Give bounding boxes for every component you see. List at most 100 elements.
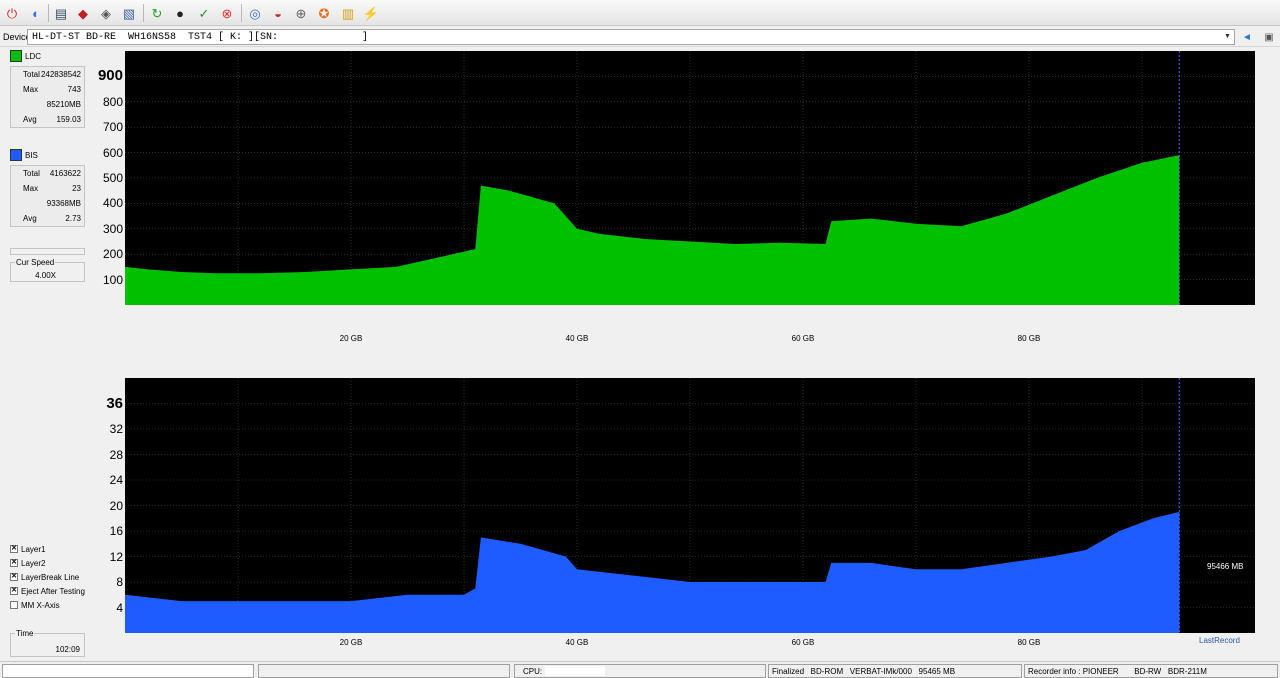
status-cpu: CPU: [514, 664, 766, 678]
checkbox-icon[interactable]: ✕ [10, 545, 18, 553]
cpu-label: CPU: [523, 667, 543, 676]
ldc-chart-svg [125, 51, 1255, 305]
device-value: HL-DT-ST BD-RE WH16NS58 TST4 [ K: ][SN: … [32, 32, 369, 43]
bis-label: BIS [25, 150, 38, 160]
ldc-total-row: Total 242838542 [11, 67, 84, 82]
stat-value: 93368MB [46, 199, 81, 208]
stat-key: Max [23, 85, 39, 94]
time-value: 102:09 [55, 645, 80, 654]
drive-icon[interactable]: ◐ [26, 3, 46, 23]
ldc-avg-row: Avg 159.03 [11, 112, 84, 127]
layer1-checkbox[interactable]: ✕ Layer1 [10, 543, 45, 555]
y-tick-label: 8 [116, 575, 123, 589]
x-tick-label: 60 GB [791, 638, 815, 647]
monitor-icon[interactable]: ▤ [51, 3, 71, 23]
ldc-stats: Total 242838542 Max 743 85210MB Avg 159.03 [10, 66, 85, 128]
bis-chart-svg [125, 378, 1255, 633]
time-label: Time [15, 629, 35, 638]
mm-xaxis-checkbox[interactable]: MM X-Axis [10, 599, 60, 611]
left-panel: LDC Total 242838542 Max 743 85210MB Avg 159… [4, 48, 88, 660]
chart-icon[interactable]: ▥ [338, 3, 358, 23]
status-disc-info: Finalized BD-ROM VERBAT-IMk/000 95465 MB [768, 664, 1022, 678]
y-tick-label: 600 [102, 145, 123, 160]
layer2-checkbox[interactable]: ✕ Layer2 [10, 557, 45, 569]
ldc-legend: LDC [10, 49, 41, 63]
y-tick-label: 900 [97, 67, 123, 85]
test-icon[interactable]: ✪ [314, 3, 334, 23]
ldc-chart [125, 51, 1255, 305]
y-tick-label: 800 [102, 94, 123, 109]
back-icon[interactable]: ◄ [1239, 29, 1255, 45]
cur-speed-box: Cur Speed 4.00X [10, 258, 85, 282]
bis-area [125, 511, 1180, 633]
y-tick-label: 200 [102, 247, 123, 262]
refresh-icon[interactable]: ↻ [147, 3, 167, 23]
x-tick-label: 20 GB [339, 638, 363, 647]
y-tick-label: 36 [106, 394, 123, 412]
x-tick-label: 40 GB [565, 334, 589, 343]
y-tick-label: 4 [116, 600, 123, 615]
stat-value: 4163622 [49, 169, 81, 178]
stat-key: Total [23, 169, 40, 178]
stop-icon[interactable]: ⊗ [217, 3, 237, 23]
status-bar: CPU: Finalized BD-ROM VERBAT-IMk/000 954… [0, 661, 1280, 678]
ldc-swatch [10, 50, 22, 62]
bis-total-row: Total 4163622 [11, 166, 84, 181]
y-tick-label: 24 [109, 473, 123, 487]
disc-icon[interactable]: ◈ [96, 3, 116, 23]
checkbox-icon[interactable] [10, 601, 18, 609]
disc-info-icon[interactable]: ⊕ [291, 3, 311, 23]
check-icon[interactable]: ✓ [194, 3, 214, 23]
bis-pos-row: 93368MB [11, 196, 84, 211]
cd-icon[interactable]: ◎ [245, 3, 265, 23]
disc-write-icon[interactable]: ● [170, 3, 190, 23]
stat-key: Max [23, 184, 39, 193]
stat-value: 85210MB [46, 100, 81, 109]
bis-max-row: Max 23 [11, 181, 84, 196]
x-tick-label: 40 GB [565, 638, 589, 647]
tray-icon[interactable]: ▧ [119, 3, 139, 23]
stat-value: 23 [72, 184, 81, 193]
checkbox-icon[interactable]: ✕ [10, 559, 18, 567]
y-tick-label: 700 [102, 120, 123, 135]
bis-chart [125, 378, 1255, 633]
bis-swatch [10, 149, 22, 161]
stat-key: Avg [23, 214, 37, 223]
eraser-icon[interactable]: ◆ [73, 3, 93, 23]
cur-speed-label: Cur Speed [15, 258, 56, 267]
status-recorder: Recorder info : PIONEER BD-RW BDR-211M [1024, 664, 1278, 678]
x-tick-label: 80 GB [1017, 334, 1041, 343]
power-icon[interactable]: ⏻ [2, 3, 22, 23]
checkbox-icon[interactable]: ✕ [10, 587, 18, 595]
eject-checkbox[interactable]: ✕ Eject After Testing [10, 585, 85, 597]
status-message [258, 664, 510, 678]
ldc-area [125, 155, 1180, 305]
stat-value: 743 [67, 85, 81, 94]
checkbox-icon[interactable]: ✕ [10, 573, 18, 581]
device-select[interactable]: HL-DT-ST BD-RE WH16NS58 TST4 [ K: ][SN: … [27, 29, 1235, 45]
layerbreak-checkbox[interactable]: ✕ LayerBreak Line [10, 571, 79, 583]
x-tick-label: 60 GB [791, 334, 815, 343]
status-progress [2, 664, 254, 678]
stat-value: 2.73 [65, 214, 81, 223]
ldc-pos-row: 85210MB [11, 97, 84, 112]
burn-icon[interactable]: ◒ [268, 3, 288, 23]
x-tick-label: 80 GB [1017, 638, 1041, 647]
save-icon[interactable]: ▣ [1261, 29, 1277, 45]
y-tick-label: 20 [109, 498, 123, 513]
y-tick-label: 500 [102, 171, 123, 185]
bis-stats: Total 4163622 Max 23 93368MB Avg 2.73 [10, 165, 85, 227]
cpu-meter [545, 666, 605, 676]
last-record-link[interactable]: LastRecord [1199, 636, 1240, 645]
ldc-label: LDC [25, 51, 42, 61]
checkbox-label: Eject After Testing [21, 586, 85, 596]
time-box: Time 102:09 [10, 629, 85, 657]
progress-bar [10, 248, 85, 255]
stat-key: Avg [23, 115, 37, 124]
ldc-max-row: Max 743 [11, 82, 84, 97]
tool-icon[interactable]: ⚡ [361, 3, 381, 23]
bis-avg-row: Avg 2.73 [11, 211, 84, 226]
checkbox-label: MM X-Axis [21, 600, 60, 610]
chevron-down-icon[interactable]: ▼ [1222, 31, 1233, 43]
y-tick-label: 400 [102, 196, 123, 211]
